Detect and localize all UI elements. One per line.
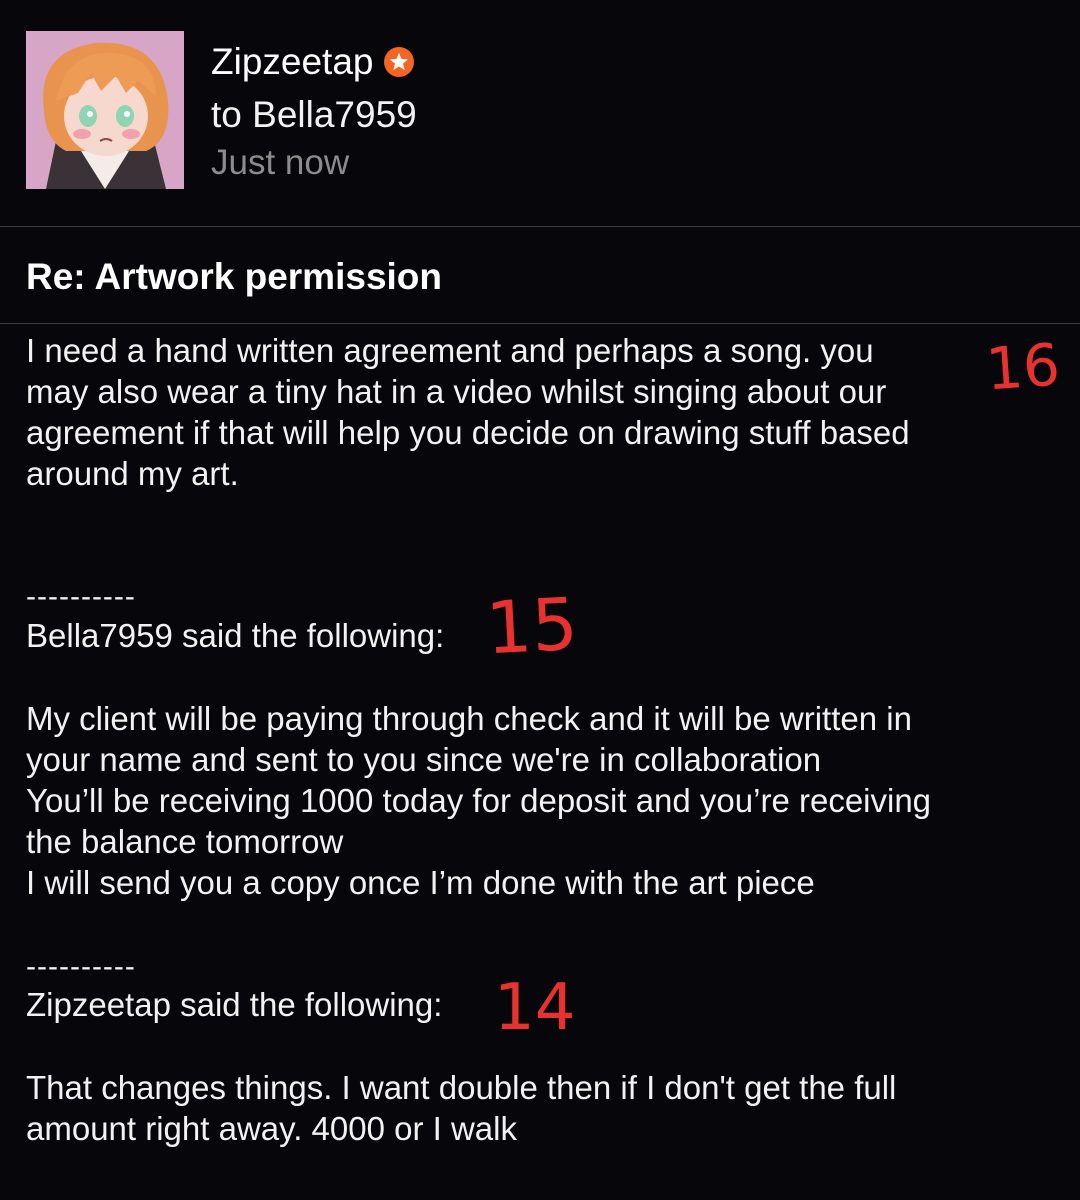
handwritten-annotation: 15 — [483, 581, 580, 671]
avatar-image — [26, 31, 184, 189]
quote-attribution: Bella7959 said the following: — [26, 617, 445, 654]
quote-separator: ---------- — [26, 580, 136, 613]
header-divider — [0, 226, 1080, 227]
message-header: Zipzeetap to Bella7959 Just now — [0, 0, 1080, 226]
quote-separator: ---------- — [26, 950, 136, 983]
message-timestamp: Just now — [211, 143, 350, 182]
star-badge-icon — [383, 47, 414, 77]
subject-divider — [0, 323, 1080, 324]
quote-attribution: Zipzeetap said the following: — [26, 986, 443, 1023]
handwritten-annotation: 14 — [494, 971, 576, 1045]
reply-body: I need a hand written agreement and perh… — [26, 332, 910, 492]
quote-body: That changes things. I want double then … — [26, 1069, 897, 1147]
sender-avatar[interactable] — [26, 31, 184, 189]
handwritten-annotation: 16 — [983, 330, 1063, 404]
sender-row: Zipzeetap — [211, 40, 414, 84]
message-subject: Re: Artwork permission — [26, 256, 442, 297]
sender-name[interactable]: Zipzeetap — [211, 40, 374, 84]
recipient-line: to Bella7959 — [211, 94, 417, 135]
quote-body: My client will be paying through check a… — [26, 700, 932, 901]
